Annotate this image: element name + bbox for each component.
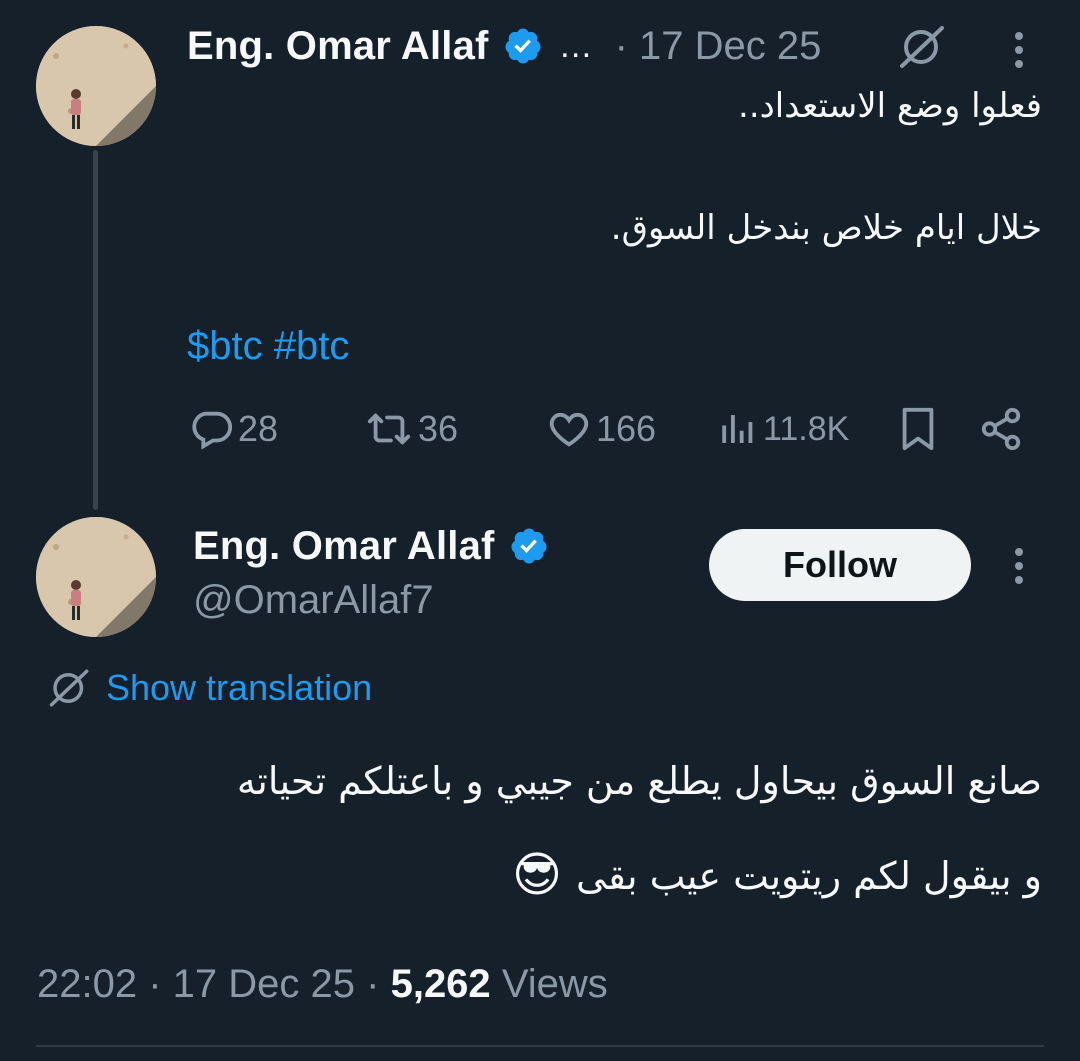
- user-handle[interactable]: @OmarAllaf7: [193, 578, 434, 623]
- main-tweet-author: Eng. Omar Allaf: [193, 520, 549, 572]
- author-name[interactable]: Eng. Omar Allaf: [187, 24, 489, 69]
- show-translation-link[interactable]: Show translation: [48, 666, 372, 710]
- divider: [36, 1045, 1044, 1047]
- view-count: 11.8K: [763, 409, 850, 448]
- like-count: 166: [596, 408, 657, 449]
- views-label: Views: [501, 962, 608, 1006]
- verified-badge-icon: [505, 28, 541, 64]
- share-icon[interactable]: [978, 406, 1024, 452]
- reply-count: 28: [238, 408, 279, 449]
- thread-connector: [93, 150, 98, 510]
- tweet-text-line: فعلوا وضع الاستعداد..: [738, 86, 1042, 126]
- follow-button[interactable]: Follow: [709, 529, 971, 601]
- sunglasses-emoji: 😎: [512, 849, 563, 902]
- views-icon: [722, 415, 753, 443]
- like-icon: [549, 412, 589, 447]
- hashtag-links[interactable]: $btc #btc: [187, 324, 349, 369]
- repost-count: 36: [418, 408, 459, 449]
- more-icon[interactable]: [1009, 544, 1029, 588]
- parent-tweet-header: Eng. Omar Allaf … · 17 Dec 25: [187, 20, 821, 72]
- tweet-text-line: صانع السوق بيحاول يطلع من جيبي و باعتلكم…: [236, 759, 1042, 803]
- tweet-date[interactable]: · 17 Dec 25 ·: [148, 962, 379, 1006]
- timestamp[interactable]: · 17 Dec 25: [615, 24, 822, 69]
- tweet-text-line: خلال ايام خلاص بندخل السوق.: [610, 208, 1042, 248]
- translate-icon[interactable]: [898, 24, 948, 70]
- views-count: 5,262: [390, 962, 491, 1006]
- views-button[interactable]: 11.8K: [717, 406, 849, 452]
- more-icon[interactable]: [1009, 28, 1029, 72]
- tweet-text-line: و بيقول لكم ريتويت عيب بقى: [576, 854, 1042, 898]
- avatar[interactable]: [36, 26, 156, 146]
- name-truncation: …: [558, 26, 593, 65]
- author-name[interactable]: Eng. Omar Allaf: [193, 524, 495, 569]
- like-button[interactable]: 166: [546, 406, 656, 452]
- show-translation-label: Show translation: [106, 667, 373, 708]
- reply-button[interactable]: 28: [188, 406, 278, 452]
- bookmark-icon[interactable]: [898, 406, 938, 452]
- repost-icon: [367, 413, 411, 445]
- translate-icon: [49, 669, 89, 707]
- verified-badge-icon: [511, 528, 547, 564]
- tweet-text-line-2: و بيقول لكم ريتويت عيب بقى 😎: [512, 852, 1042, 900]
- repost-button[interactable]: 36: [364, 406, 458, 452]
- tweet-metadata: 22:02 · 17 Dec 25 · 5,262 Views: [37, 962, 608, 1007]
- tweet-time[interactable]: 22:02: [37, 962, 137, 1006]
- reply-icon: [192, 411, 233, 450]
- avatar[interactable]: [36, 517, 156, 637]
